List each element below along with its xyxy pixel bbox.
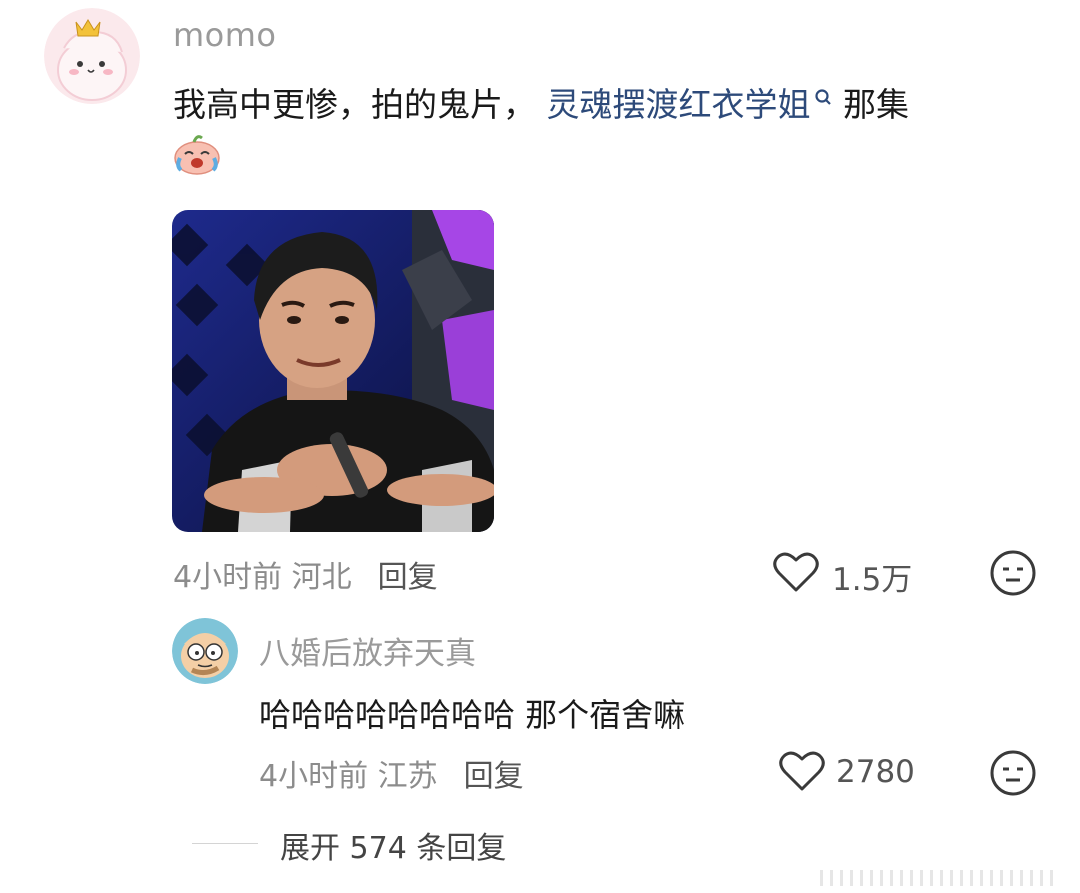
reply-user-avatar[interactable] xyxy=(172,618,238,684)
heart-icon[interactable] xyxy=(778,749,826,793)
crying-emoji-icon xyxy=(172,130,222,176)
reply-time: 4小时前 xyxy=(259,759,369,794)
reply-text: 哈哈哈哈哈哈哈哈 那个宿舍嘛 xyxy=(259,696,686,734)
expand-replies-button[interactable]: 展开 574 条回复 xyxy=(280,823,506,867)
heart-icon[interactable] xyxy=(772,550,820,594)
comment-text: 我高中更惨，拍的鬼片， 灵魂摆渡红衣学姐 那集 xyxy=(173,78,909,126)
reply-username[interactable]: 八婚后放弃天真 xyxy=(259,628,476,673)
comment-location: 河北 xyxy=(291,560,352,595)
meme-image[interactable] xyxy=(172,210,494,532)
meh-face-icon[interactable] xyxy=(989,749,1037,797)
search-mark-icon xyxy=(813,78,833,117)
reply-location: 江苏 xyxy=(377,759,438,794)
reply-like-count: 2780 xyxy=(836,754,915,790)
comment-time: 4小时前 xyxy=(173,560,283,595)
comment-meta: 4小时前 河北 回复 xyxy=(173,552,438,596)
meh-face-icon[interactable] xyxy=(989,549,1037,597)
comment-text-before: 我高中更惨，拍的鬼片， xyxy=(173,85,536,124)
reply-meta: 4小时前 江苏 回复 xyxy=(259,751,524,795)
user-avatar[interactable] xyxy=(44,8,140,104)
comment-text-after: 那集 xyxy=(843,85,909,124)
expand-divider xyxy=(192,843,258,844)
watermark xyxy=(810,862,1080,893)
reply-button[interactable]: 回复 xyxy=(378,560,438,595)
comment-username[interactable]: momo xyxy=(173,16,277,54)
reply-reply-button[interactable]: 回复 xyxy=(464,759,524,794)
topic-tag-link[interactable]: 灵魂摆渡红衣学姐 xyxy=(547,85,833,124)
like-count: 1.5万 xyxy=(832,562,913,598)
